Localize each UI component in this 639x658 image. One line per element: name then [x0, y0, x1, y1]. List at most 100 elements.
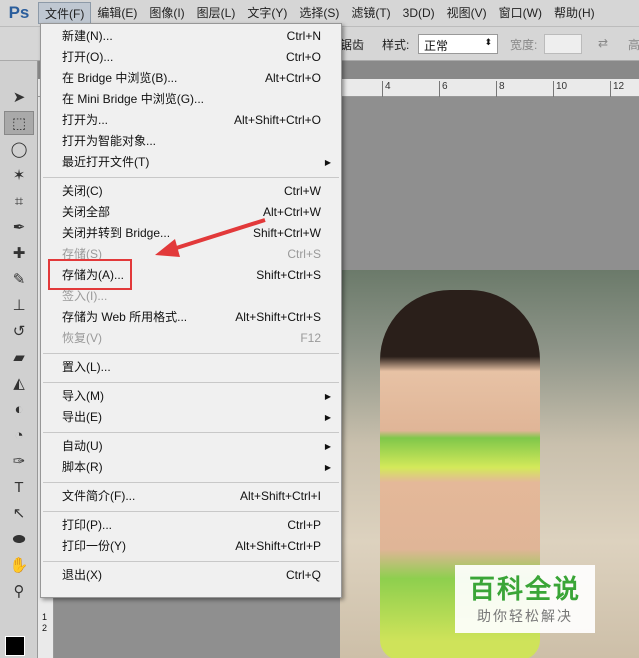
width-input[interactable] — [544, 34, 582, 54]
pen-icon[interactable]: ✑ — [4, 449, 34, 473]
menu-item-label: 置入(L)... — [62, 360, 111, 374]
menu-3[interactable]: 图层(L) — [191, 2, 242, 24]
menu-item[interactable]: 脚本(R) ▶ — [41, 457, 341, 478]
menu-item[interactable]: 关闭(C) Ctrl+W — [41, 181, 341, 202]
menu-10[interactable]: 帮助(H) — [548, 2, 601, 24]
history-brush-icon[interactable]: ↺ — [4, 319, 34, 343]
ruler-label: 1 — [42, 612, 48, 622]
style-label: 样式: — [382, 38, 410, 52]
annotation-arrow — [155, 218, 266, 257]
menu-item[interactable]: 打开(O)... Ctrl+O — [41, 47, 341, 68]
eraser-icon[interactable]: ▰ — [4, 345, 34, 369]
watermark: 百科全说 助你轻松解决 — [455, 565, 595, 633]
menu-item[interactable]: 打印一份(Y) Alt+Shift+Ctrl+P — [41, 536, 341, 557]
zoom-icon[interactable]: ⚲ — [4, 579, 34, 603]
submenu-arrow-icon: ▶ — [324, 392, 331, 401]
highlight-box — [48, 259, 132, 290]
menu-0[interactable]: 文件(F) — [38, 2, 92, 24]
menu-item[interactable]: 文件简介(F)... Alt+Shift+Ctrl+I — [41, 486, 341, 507]
menu-8[interactable]: 视图(V) — [441, 2, 493, 24]
menu-item[interactable]: 最近打开文件(T) ▶ — [41, 152, 341, 173]
menu-item-shortcut: Ctrl+W — [284, 184, 321, 198]
blur-icon[interactable]: ◐ — [4, 397, 34, 421]
menu-item-shortcut: Alt+Shift+Ctrl+I — [239, 489, 321, 503]
menu-item-label: 自动(U) — [62, 439, 103, 453]
move-icon[interactable]: ➤ — [4, 85, 34, 109]
crop-icon[interactable]: ⌗ — [4, 189, 34, 213]
ruler-label: 8 — [496, 81, 505, 97]
type-icon[interactable]: T — [4, 475, 34, 499]
menu-item-label: 退出(X) — [62, 568, 102, 582]
menu-item-label: 存储为 Web 所用格式... — [62, 310, 188, 324]
hand-icon[interactable]: ✋ — [4, 553, 34, 577]
menu-item[interactable]: 在 Mini Bridge 中浏览(G)... — [41, 89, 341, 110]
menu-item[interactable]: 打开为... Alt+Shift+Ctrl+O — [41, 110, 341, 131]
menu-item[interactable]: 打开为智能对象... — [41, 131, 341, 152]
menu-separator — [43, 561, 339, 562]
lasso-icon[interactable]: ◯ — [4, 137, 34, 161]
menu-item[interactable]: 在 Bridge 中浏览(B)... Alt+Ctrl+O — [41, 68, 341, 89]
ruler-label: 12 — [610, 81, 624, 97]
menu-separator — [43, 353, 339, 354]
menu-item[interactable]: 导入(M) ▶ — [41, 386, 341, 407]
menu-item-label: 新建(N)... — [62, 29, 113, 43]
menu-item-label: 关闭(C) — [62, 184, 103, 198]
menu-item-shortcut: Ctrl+P — [287, 518, 321, 532]
submenu-arrow-icon: ▶ — [324, 158, 331, 167]
swap-icon[interactable]: ⇄ — [598, 36, 608, 50]
brush-icon[interactable]: ✎ — [4, 267, 34, 291]
menu-item[interactable]: 退出(X) Ctrl+Q — [41, 565, 341, 586]
menu-item-label: 在 Mini Bridge 中浏览(G)... — [62, 92, 205, 106]
marquee-icon[interactable]: ⬚ — [4, 111, 34, 135]
menu-separator — [43, 382, 339, 383]
foreground-color-swatch[interactable] — [5, 636, 25, 656]
path-select-icon[interactable]: ↖ — [4, 501, 34, 525]
menu-item-label: 在 Bridge 中浏览(B)... — [62, 71, 178, 85]
eyedropper-icon[interactable]: ✒ — [4, 215, 34, 239]
menu-5[interactable]: 选择(S) — [293, 2, 345, 24]
watermark-title: 百科全说 — [468, 574, 581, 604]
style-select[interactable]: 正常 ⬍ — [418, 34, 498, 54]
magic-wand-icon[interactable]: ✶ — [4, 163, 34, 187]
ruler-label: 4 — [382, 81, 391, 97]
menu-item-shortcut: Ctrl+N — [286, 29, 321, 43]
photoshop-logo: Ps — [8, 3, 30, 22]
menu-item-shortcut: F12 — [300, 331, 321, 345]
watermark-subtitle: 助你轻松解决 — [477, 608, 573, 624]
menu-9[interactable]: 窗口(W) — [493, 2, 548, 24]
menu-item-label: 恢复(V) — [62, 331, 102, 345]
menu-item[interactable]: 自动(U) ▶ — [41, 436, 341, 457]
menu-item-shortcut: Alt+Ctrl+W — [262, 205, 321, 219]
menu-item[interactable]: 存储为 Web 所用格式... Alt+Shift+Ctrl+S — [41, 307, 341, 328]
menu-1[interactable]: 编辑(E) — [91, 2, 143, 24]
menu-item[interactable]: 置入(L)... — [41, 357, 341, 378]
menu-item-shortcut: Alt+Shift+Ctrl+P — [235, 539, 321, 553]
menu-item-label: 打印一份(Y) — [62, 539, 126, 553]
tools-panel: ➤ ⬚ ◯ ✶ ⌗ ✒ ✚ ✎ ⊥ ↺ ▰ ◭ ◐ ◔ ✑ T ↖ ⬬ ✋ ⚲ — [0, 61, 38, 658]
paint-bucket-icon[interactable]: ◭ — [4, 371, 34, 395]
menu-2[interactable]: 图像(I) — [143, 2, 190, 24]
menu-item[interactable]: 导出(E) ▶ — [41, 407, 341, 428]
ellipse-icon[interactable]: ⬬ — [4, 527, 34, 551]
menu-item[interactable]: 新建(N)... Ctrl+N — [41, 26, 341, 47]
menu-4[interactable]: 文字(Y) — [241, 2, 293, 24]
menu-item-shortcut: Shift+Ctrl+S — [256, 268, 321, 282]
menu-item-label: 导入(M) — [62, 389, 104, 403]
width-label: 宽度: — [510, 38, 538, 52]
menu-item-label: 导出(E) — [62, 410, 102, 424]
menu-7[interactable]: 3D(D) — [397, 2, 441, 24]
dodge-icon[interactable]: ◔ — [4, 423, 34, 447]
healing-brush-icon[interactable]: ✚ — [4, 241, 34, 265]
menu-separator — [43, 432, 339, 433]
menu-item-shortcut: Ctrl+S — [287, 247, 321, 261]
menu-separator — [43, 511, 339, 512]
menu-item-label: 打印(P)... — [62, 518, 112, 532]
menu-item-label: 打开为... — [62, 113, 109, 127]
menu-item-label: 关闭全部 — [62, 205, 111, 219]
menu-separator — [43, 177, 339, 178]
submenu-arrow-icon: ▶ — [324, 442, 331, 451]
stamp-icon[interactable]: ⊥ — [4, 293, 34, 317]
menu-item[interactable]: 打印(P)... Ctrl+P — [41, 515, 341, 536]
menu-item-label: 文件简介(F)... — [62, 489, 136, 503]
menu-6[interactable]: 滤镜(T) — [345, 2, 396, 24]
